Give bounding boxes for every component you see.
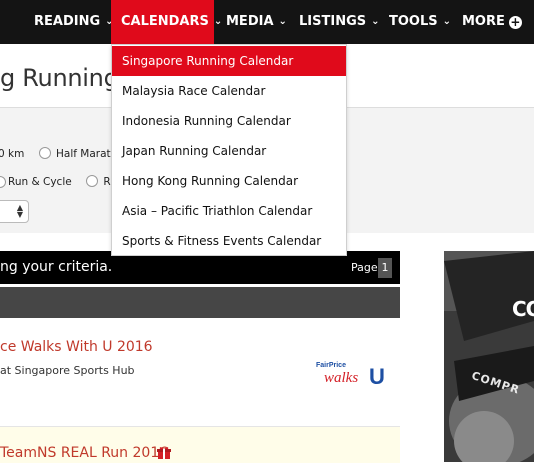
filter-row-type: Run & Cycle Run bbox=[8, 175, 124, 188]
ad-background-image bbox=[444, 251, 534, 462]
menu-item-japan-running-calendar[interactable]: Japan Running Calendar bbox=[112, 136, 346, 166]
menu-item-asia-pacific-triathlon-calendar[interactable]: Asia – Pacific Triathlon Calendar bbox=[112, 196, 346, 226]
nav-media[interactable]: MEDIA ⌄ bbox=[226, 0, 287, 44]
filter-row-distance: 0 km Half Maratho bbox=[0, 147, 124, 160]
gift-icon bbox=[157, 447, 171, 459]
filter-option[interactable]: Run & Cycle bbox=[8, 176, 72, 188]
chevron-down-icon: ⌄ bbox=[442, 16, 452, 27]
page-label: Page bbox=[351, 261, 378, 274]
ad-headline: CO bbox=[512, 297, 534, 321]
event-title-link[interactable]: TeamNS REAL Run 2016 bbox=[0, 445, 168, 461]
menu-item-hong-kong-running-calendar[interactable]: Hong Kong Running Calendar bbox=[112, 166, 346, 196]
event-title-link[interactable]: ce Walks With U 2016 bbox=[0, 339, 153, 355]
chevron-down-icon: ⌄ bbox=[371, 16, 380, 27]
menu-item-malaysia-race-calendar[interactable]: Malaysia Race Calendar bbox=[112, 76, 346, 106]
select-arrows-icon: ▲ ▼ bbox=[16, 203, 23, 219]
plus-circle-icon: + bbox=[508, 15, 522, 29]
nav-listings[interactable]: LISTINGS ⌄ bbox=[299, 0, 380, 44]
menu-item-indonesia-running-calendar[interactable]: Indonesia Running Calendar bbox=[112, 106, 346, 136]
calendars-dropdown-menu: Singapore Running Calendar Malaysia Race… bbox=[111, 44, 347, 256]
filter-option[interactable]: 0 km bbox=[0, 148, 24, 160]
svg-text:U: U bbox=[369, 364, 385, 386]
svg-text:FairPrice: FairPrice bbox=[316, 362, 346, 369]
nav-more[interactable]: MORE + bbox=[462, 0, 522, 44]
chevron-down-icon: ⌄ bbox=[213, 16, 223, 27]
list-header-bar bbox=[0, 287, 400, 318]
menu-item-singapore-running-calendar[interactable]: Singapore Running Calendar bbox=[112, 46, 346, 76]
page-title: g Running bbox=[0, 64, 119, 92]
nav-calendars[interactable]: CALENDARS ⌄ bbox=[111, 0, 222, 44]
top-navigation: READING ⌄ CALENDARS ⌄ MEDIA ⌄ LISTINGS ⌄ TOO… bbox=[0, 0, 534, 44]
menu-item-sports-fitness-events-calendar[interactable]: Sports & Fitness Events Calendar bbox=[112, 226, 346, 256]
svg-text:walks: walks bbox=[324, 370, 358, 386]
results-text: ng your criteria. bbox=[0, 259, 113, 275]
fairprice-walks-logo: FairPrice walks U bbox=[316, 362, 385, 386]
sort-select[interactable]: ▲ ▼ bbox=[0, 200, 29, 223]
advertisement-banner[interactable]: CO COMPR bbox=[444, 251, 534, 462]
chevron-down-icon: ⌄ bbox=[278, 16, 287, 27]
radio-button[interactable] bbox=[39, 147, 52, 159]
radio-button[interactable] bbox=[86, 175, 99, 187]
nav-reading[interactable]: READING ⌄ bbox=[34, 0, 114, 44]
event-venue: at Singapore Sports Hub bbox=[0, 364, 135, 377]
nav-tools[interactable]: TOOLS ⌄ bbox=[389, 0, 451, 44]
page-number-button[interactable]: 1 bbox=[378, 258, 392, 278]
